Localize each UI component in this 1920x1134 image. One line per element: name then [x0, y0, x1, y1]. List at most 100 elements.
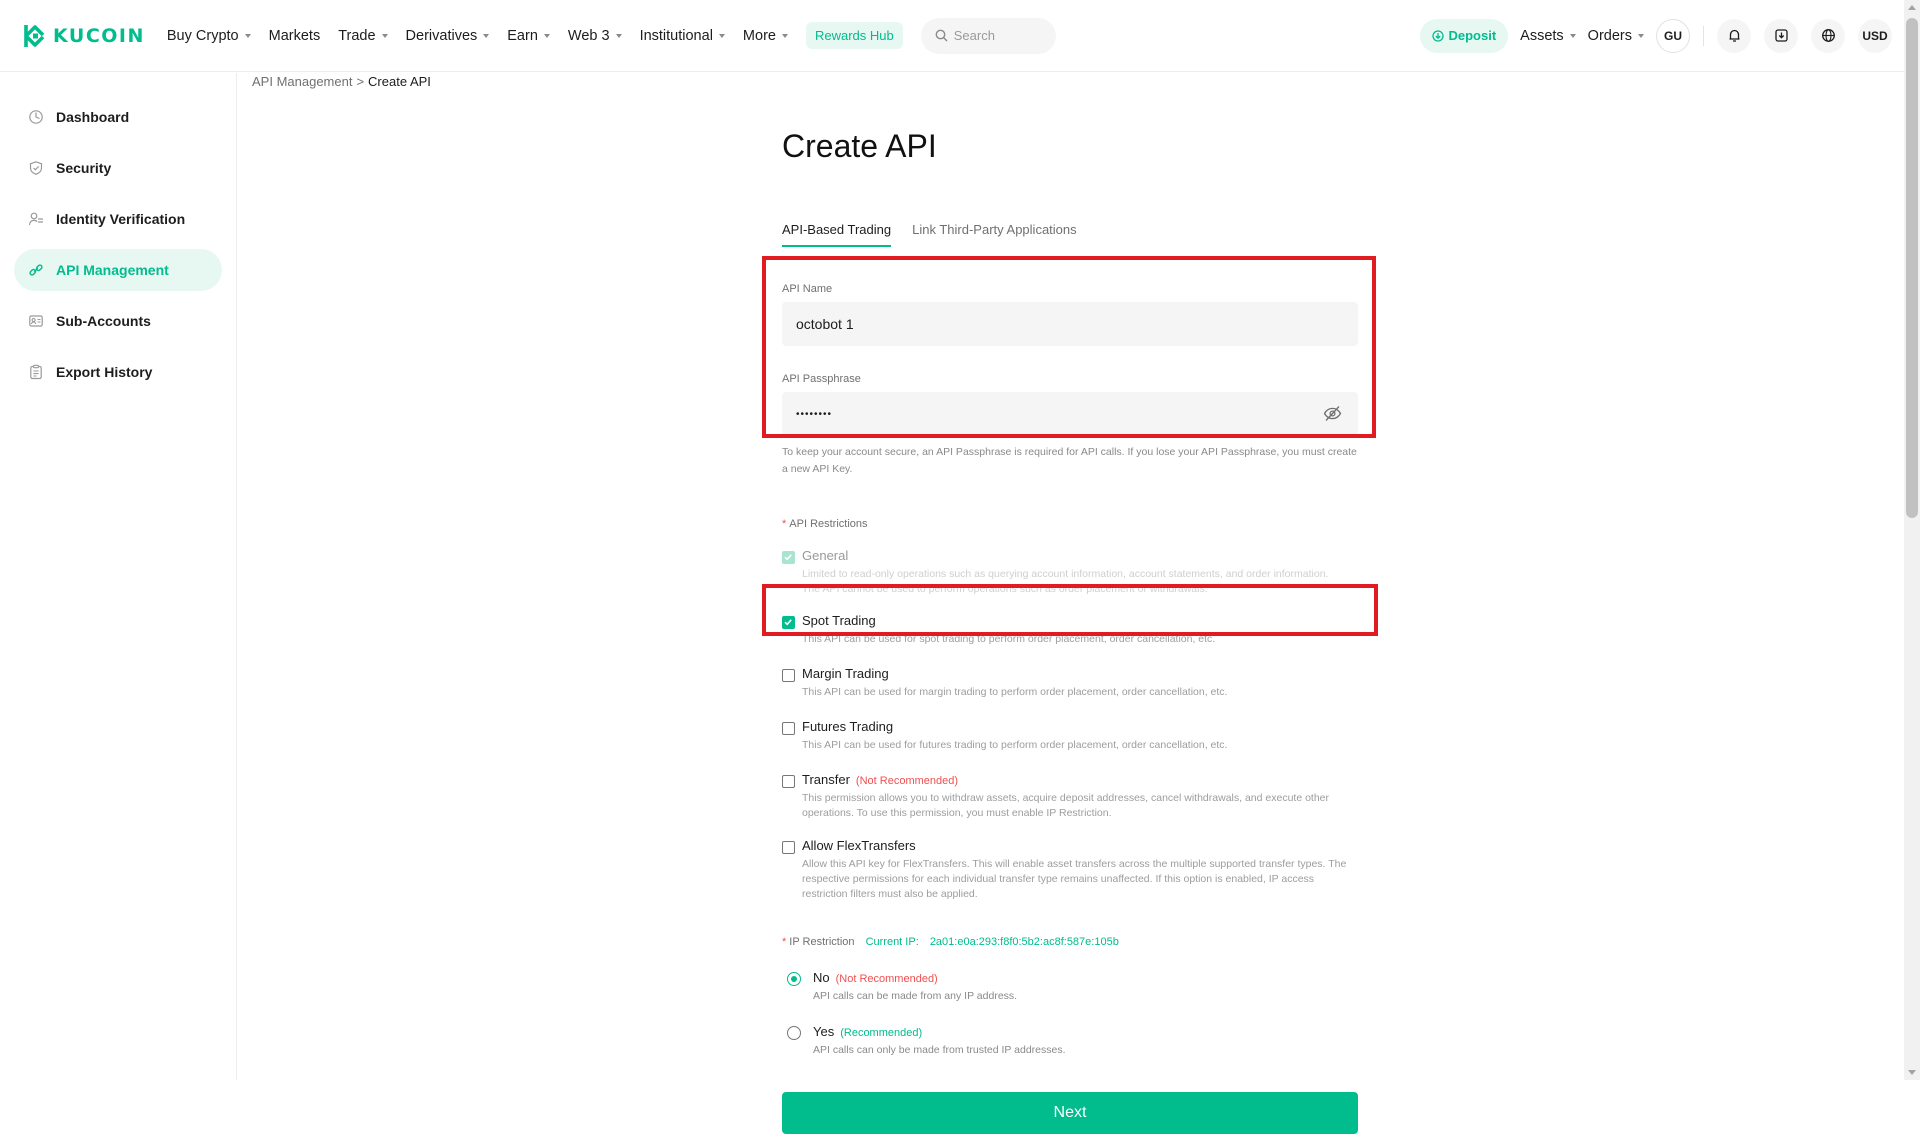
- nav-item-trade[interactable]: Trade: [338, 27, 388, 44]
- breadcrumb-separator: >: [356, 74, 365, 89]
- sidebar: Dashboard Security Identity Verification…: [0, 73, 237, 1080]
- top-navigation: KUCOIN Buy Crypto Markets Trade Derivatives…: [0, 0, 1904, 72]
- nav-item-derivatives[interactable]: Derivatives: [406, 28, 490, 44]
- nav-item-label: Derivatives: [405, 27, 478, 44]
- sidebar-item-api-management[interactable]: API Management: [14, 249, 222, 291]
- link-icon: [29, 264, 43, 276]
- tab-api-based-trading[interactable]: API-Based Trading: [782, 222, 892, 247]
- api-restrictions-text: API Restrictions: [789, 518, 868, 530]
- globe-icon: [1821, 29, 1835, 42]
- required-asterisk: *: [782, 936, 787, 948]
- sidebar-item-label: Dashboard: [56, 109, 130, 125]
- nav-item-more[interactable]: More: [743, 28, 788, 44]
- breadcrumb-current: Create API: [368, 74, 431, 89]
- current-ip-label: Current IP:: [865, 936, 919, 948]
- tab-link-third-party-applications[interactable]: Link Third-Party Applications: [912, 222, 1077, 247]
- nav-item-label: Trade: [338, 27, 376, 44]
- chevron-down-icon: [781, 33, 788, 38]
- nav-item-buy-crypto[interactable]: Buy Crypto: [167, 28, 251, 44]
- next-button[interactable]: Next: [782, 1092, 1358, 1134]
- passphrase-hint: To keep your account secure, an API Pass…: [782, 446, 1357, 475]
- ip-restriction-label: * IP Restriction Current IP: 2a01:e0a:293…: [782, 936, 1358, 948]
- chevron-down-icon: [483, 33, 490, 38]
- permission-description: This API can be used for futures trading…: [802, 739, 1228, 751]
- chevron-down-icon: [1569, 33, 1576, 38]
- sidebar-item-sub-accounts[interactable]: Sub-Accounts: [14, 300, 222, 342]
- search-placeholder: Search: [953, 28, 995, 43]
- permission-title: Futures Trading: [802, 719, 894, 734]
- allow-flextransfers-checkbox[interactable]: [782, 841, 795, 854]
- scroll-down-arrow-icon[interactable]: [1908, 1070, 1916, 1075]
- language-button[interactable]: [1811, 18, 1845, 53]
- orders-label: Orders: [1587, 27, 1632, 44]
- assets-menu[interactable]: Assets: [1520, 28, 1576, 44]
- scroll-up-arrow-icon[interactable]: [1908, 5, 1916, 10]
- main-menu: Buy Crypto Markets Trade Derivatives Earn Web…: [167, 28, 806, 44]
- nav-item-label: More: [742, 27, 776, 44]
- user-avatar[interactable]: GU: [1656, 18, 1690, 53]
- radio-title-row: No (Not Recommended): [813, 970, 1358, 985]
- permission-title: General: [802, 548, 849, 563]
- sidebar-item-label: API Management: [56, 262, 169, 278]
- page-scrollbar[interactable]: [1904, 0, 1920, 1080]
- radio-no[interactable]: [787, 972, 801, 986]
- required-asterisk: *: [782, 518, 787, 530]
- nav-item-markets[interactable]: Markets: [269, 28, 321, 44]
- transfer-checkbox[interactable]: [782, 775, 795, 788]
- permission-title: Transfer: [802, 772, 850, 787]
- ip-restriction-text: IP Restriction: [789, 936, 855, 948]
- ip-restriction-no-option[interactable]: No (Not Recommended) API calls can be mad…: [787, 970, 1358, 1002]
- deposit-button[interactable]: Deposit: [1420, 18, 1509, 53]
- nav-item-earn[interactable]: Earn: [507, 28, 550, 44]
- highlight-box-spot-trading: [762, 584, 1378, 636]
- chevron-down-icon: [381, 33, 388, 38]
- nav-item-web-3[interactable]: Web 3: [568, 28, 622, 44]
- search-box[interactable]: Search: [920, 17, 1056, 54]
- clipboard-icon: [30, 364, 42, 380]
- rewards-hub-button[interactable]: Rewards Hub: [805, 22, 903, 49]
- sidebar-item-identity-verification[interactable]: Identity Verification: [14, 198, 222, 240]
- margin-trading-checkbox[interactable]: [782, 669, 795, 682]
- radio-yes[interactable]: [787, 1026, 801, 1040]
- sidebar-item-dashboard[interactable]: Dashboard: [14, 96, 222, 138]
- breadcrumb-parent-link[interactable]: API Management: [252, 74, 352, 89]
- permission-title: Allow FlexTransfers: [802, 838, 916, 853]
- currency-button[interactable]: USD: [1858, 18, 1892, 53]
- permission-allow-flextransfers[interactable]: Allow FlexTransfers Allow this API key f…: [782, 838, 1358, 902]
- futures-trading-checkbox[interactable]: [782, 722, 795, 735]
- recommended-tag: (Recommended): [840, 1027, 923, 1039]
- chevron-down-icon: [244, 33, 251, 38]
- nav-item-label: Buy Crypto: [166, 27, 239, 44]
- permission-futures-trading[interactable]: Futures Trading This API can be used for…: [782, 719, 1358, 753]
- chevron-down-icon: [615, 33, 622, 38]
- sidebar-item-security[interactable]: Security: [14, 147, 222, 189]
- not-recommended-tag: (Not Recommended): [835, 973, 938, 985]
- chevron-down-icon: [543, 33, 550, 38]
- sub-accounts-icon: [29, 315, 43, 327]
- search-icon: [935, 29, 948, 42]
- notifications-button[interactable]: [1717, 18, 1751, 53]
- sidebar-item-label: Security: [56, 160, 112, 176]
- permission-margin-trading[interactable]: Margin Trading This API can be used for …: [782, 666, 1358, 700]
- kucoin-logo[interactable]: KUCOIN: [22, 23, 145, 49]
- deposit-icon: [1432, 29, 1445, 42]
- general-checkbox: [782, 551, 795, 564]
- nav-item-label: Markets: [268, 27, 321, 44]
- ip-restriction-yes-option[interactable]: Yes (Recommended) API calls can only be m…: [787, 1024, 1358, 1056]
- deposit-label: Deposit: [1448, 28, 1497, 43]
- nav-item-label: Earn: [507, 27, 538, 44]
- api-tabs: API-Based Trading Link Third-Party Appli…: [782, 222, 1358, 247]
- dashboard-icon: [29, 110, 43, 124]
- api-restrictions-label: * API Restrictions: [782, 518, 1358, 530]
- checkmark-icon: [784, 554, 792, 561]
- orders-menu[interactable]: Orders: [1588, 28, 1644, 44]
- download-app-button[interactable]: [1764, 18, 1798, 53]
- sidebar-item-export-history[interactable]: Export History: [14, 351, 222, 393]
- user-check-icon: [28, 212, 43, 226]
- permission-transfer[interactable]: Transfer (Not Recommended) This permissio…: [782, 772, 1358, 821]
- nav-item-label: Institutional: [639, 27, 713, 44]
- scrollbar-thumb[interactable]: [1906, 18, 1918, 518]
- radio-description: API calls can only be made from trusted …: [813, 1044, 1066, 1056]
- nav-item-institutional[interactable]: Institutional: [640, 28, 725, 44]
- radio-title-row: Yes (Recommended): [813, 1024, 1358, 1039]
